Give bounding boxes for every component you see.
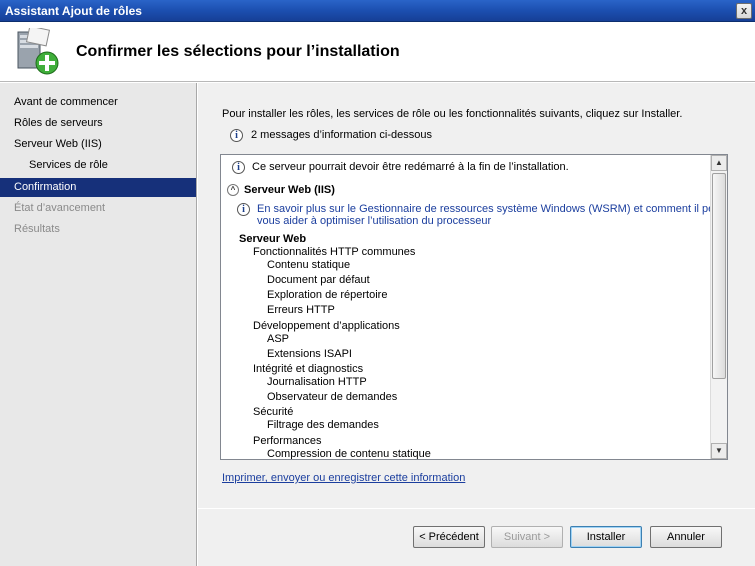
feature-item: Filtrage des demandes: [267, 419, 379, 431]
feature-item: Extensions ISAPI: [267, 348, 352, 360]
page-title: Confirmer les sélections pour l’installa…: [76, 43, 400, 60]
sidebar-item-services-role[interactable]: Services de rôle: [0, 156, 196, 175]
sidebar-item-resultats: Résultats: [14, 223, 60, 235]
feature-item: Sécurité: [253, 406, 294, 418]
scroll-thumb[interactable]: [712, 173, 726, 379]
sidebar-item-serveur-web[interactable]: Serveur Web (IIS): [0, 135, 196, 154]
print-save-link[interactable]: Imprimer, envoyer ou enregistrer cette i…: [222, 472, 465, 484]
wizard-sidebar: Avant de commencer Rôles de serveurs Ser…: [0, 83, 197, 566]
wizard-header: Confirmer les sélections pour l’installa…: [0, 22, 755, 82]
feature-item: Erreurs HTTP: [267, 304, 335, 316]
cancel-button[interactable]: Annuler: [650, 526, 722, 548]
confirmation-list[interactable]: i Ce serveur pourrait devoir être redéma…: [220, 154, 728, 460]
feature-item: Observateur de demandes: [267, 391, 398, 403]
feature-item: ASP: [267, 333, 290, 345]
close-button[interactable]: x: [736, 3, 752, 19]
restart-message-text: Ce serveur pourrait devoir être redémarr…: [252, 161, 569, 173]
feature-item: Compression de contenu statique: [267, 448, 431, 460]
feature-item: Performances: [253, 435, 322, 447]
previous-button[interactable]: < Précédent: [413, 526, 485, 548]
scroll-down-icon[interactable]: ▼: [711, 443, 727, 459]
feature-item: Contenu statique: [267, 259, 351, 271]
feature-item: Serveur Web: [239, 233, 307, 245]
intro-text: Pour installer les rôles, les services d…: [222, 108, 683, 120]
scroll-up-icon[interactable]: ▲: [711, 155, 727, 171]
main-content: Pour installer les rôles, les services d…: [198, 83, 755, 566]
title-bar: Assistant Ajout de rôles x: [0, 0, 755, 22]
vertical-scrollbar[interactable]: ▲ ▼: [710, 155, 727, 459]
wsrm-link-line2[interactable]: vous aider à optimiser l’utilisation du …: [257, 215, 491, 227]
feature-item: Intégrité et diagnostics: [253, 363, 364, 375]
info-icon: i: [237, 203, 250, 216]
sidebar-item-etat-avancement: État d’avancement: [14, 202, 106, 214]
info-icon: i: [232, 161, 245, 174]
wsrm-link-line1[interactable]: En savoir plus sur le Gestionnaire de re…: [257, 203, 723, 215]
next-button: Suivant >: [491, 526, 563, 548]
feature-item: Fonctionnalités HTTP communes: [253, 246, 416, 258]
info-count-text: 2 messages d’information ci-dessous: [251, 129, 432, 141]
sidebar-item-confirmation[interactable]: Confirmation: [0, 178, 196, 197]
feature-item: Développement d’applications: [253, 320, 400, 332]
feature-item: Document par défaut: [267, 274, 370, 286]
feature-item: Journalisation HTTP: [267, 376, 367, 388]
window-title: Assistant Ajout de rôles: [5, 4, 142, 18]
sidebar-item-roles-serveurs[interactable]: Rôles de serveurs: [0, 114, 196, 133]
server-add-icon: [17, 28, 59, 75]
sidebar-item-avant-de-commencer[interactable]: Avant de commencer: [0, 93, 196, 112]
section-title: Serveur Web (IIS): [244, 184, 335, 196]
info-icon: i: [230, 129, 243, 142]
feature-item: Exploration de répertoire: [267, 289, 388, 301]
install-button[interactable]: Installer: [570, 526, 642, 548]
collapse-icon[interactable]: ^: [227, 184, 239, 196]
footer-divider: [198, 508, 755, 509]
